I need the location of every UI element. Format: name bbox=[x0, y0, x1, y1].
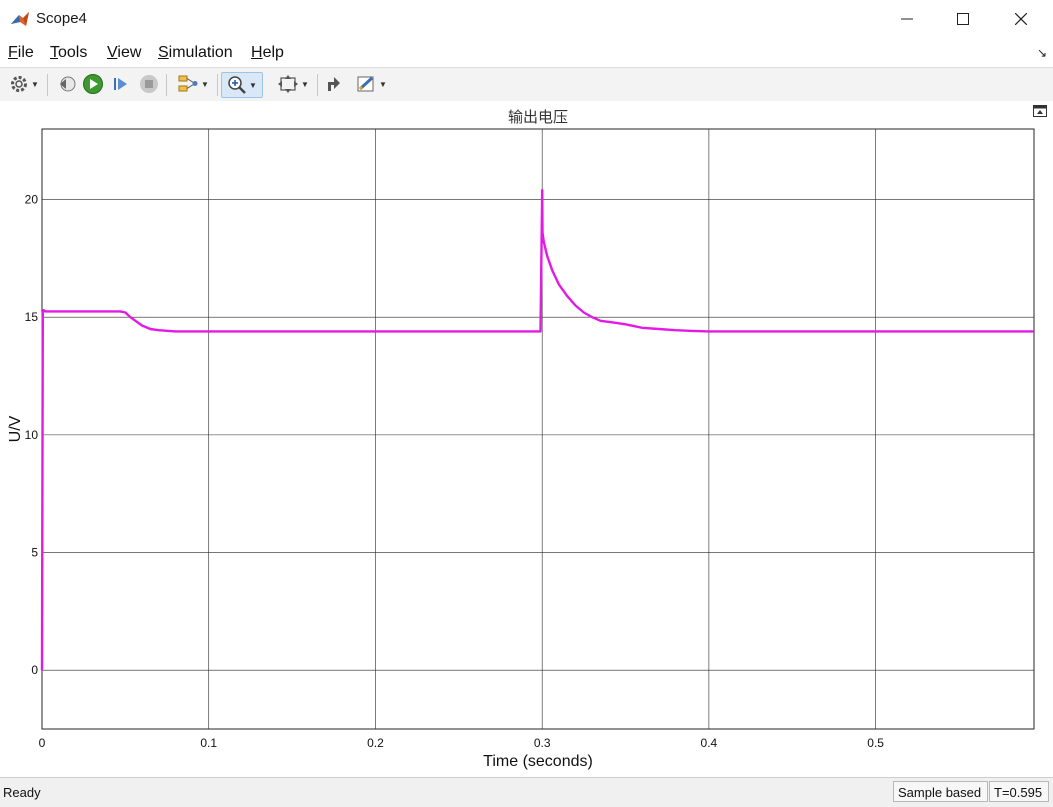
menu-view-mnemonic: V bbox=[107, 44, 118, 61]
y-tick-label: 0 bbox=[31, 663, 38, 677]
step-forward-button[interactable] bbox=[109, 72, 133, 96]
y-tick-label: 10 bbox=[25, 428, 39, 442]
x-tick-label: 0.4 bbox=[701, 736, 718, 750]
x-tick-label: 0.1 bbox=[200, 736, 217, 750]
status-time: T=0.595 bbox=[989, 781, 1049, 802]
status-bar: Ready Sample based T=0.595 bbox=[0, 777, 1053, 807]
autoscale-button[interactable]: ▼ bbox=[273, 72, 313, 96]
menu-help[interactable]: Help bbox=[251, 44, 284, 62]
axes-box bbox=[41, 128, 1035, 730]
settings-button[interactable]: ▼ bbox=[5, 72, 43, 96]
zoom-in-button[interactable]: ▼ bbox=[221, 72, 263, 98]
zoom-in-icon bbox=[228, 76, 246, 94]
run-button[interactable] bbox=[81, 72, 105, 96]
dock-arrow-icon[interactable]: ↘ bbox=[1037, 46, 1047, 60]
grid bbox=[41, 129, 1034, 729]
style-icon bbox=[357, 76, 374, 92]
menu-simulation[interactable]: Simulation bbox=[158, 44, 233, 62]
minimize-button[interactable] bbox=[881, 0, 933, 38]
toolbar-separator bbox=[317, 74, 318, 96]
toolbar: ▼ ▼ ▼ ▼ ▼ bbox=[0, 67, 1053, 102]
menu-file-rest: ile bbox=[17, 44, 34, 61]
y-tick-label: 5 bbox=[31, 546, 38, 560]
stop-button[interactable] bbox=[137, 72, 161, 96]
title-bar: Scope4 bbox=[0, 0, 1053, 38]
y-tick-label: 15 bbox=[25, 310, 39, 324]
gear-icon bbox=[11, 76, 28, 92]
run-icon bbox=[83, 74, 103, 94]
x-tick-label: 0 bbox=[39, 736, 46, 750]
chart-title: 输出电压 bbox=[508, 109, 568, 126]
stop-icon bbox=[140, 75, 158, 93]
scope-chart[interactable]: 输出电压 0 0.1 0.2 0.3 0.4 0.5 0 5 10 15 20 Time (seco… bbox=[0, 101, 1053, 781]
tick-labels: 0 0.1 0.2 0.3 0.4 0.5 0 5 10 15 20 bbox=[25, 193, 885, 750]
menu-tools[interactable]: Tools bbox=[50, 44, 87, 62]
menu-bar: File Tools View Simulation Help ↘ bbox=[0, 38, 1053, 66]
signal-select-button[interactable]: ▼ bbox=[173, 72, 213, 96]
x-axis-label: Time (seconds) bbox=[483, 753, 593, 770]
toolbar-separator bbox=[166, 74, 167, 96]
style-button[interactable]: ▼ bbox=[351, 72, 391, 96]
menu-simulation-rest: imulation bbox=[168, 44, 233, 61]
step-back-button[interactable] bbox=[54, 72, 78, 96]
toolbar-separator bbox=[47, 74, 48, 96]
step-forward-icon bbox=[114, 78, 127, 90]
style-dropdown-icon: ▼ bbox=[379, 79, 387, 89]
x-tick-label: 0.3 bbox=[534, 736, 551, 750]
menu-help-rest: elp bbox=[262, 44, 284, 61]
status-ready: Ready bbox=[3, 785, 41, 800]
maximize-button[interactable] bbox=[937, 0, 989, 38]
menu-tools-mnemonic: T bbox=[50, 44, 58, 61]
autoscale-dropdown-icon: ▼ bbox=[301, 79, 309, 89]
window-title: Scope4 bbox=[36, 10, 87, 27]
menu-view-rest: iew bbox=[117, 44, 142, 61]
y-tick-label: 20 bbox=[25, 193, 39, 207]
x-tick-label: 0.5 bbox=[867, 736, 884, 750]
toolbar-separator bbox=[217, 74, 218, 96]
menu-file-mnemonic: F bbox=[8, 44, 18, 61]
settings-dropdown-icon: ▼ bbox=[31, 79, 39, 89]
y-axis-label: U/V bbox=[7, 415, 24, 442]
close-button[interactable] bbox=[995, 0, 1047, 38]
matlab-icon bbox=[11, 12, 29, 26]
menu-view[interactable]: View bbox=[107, 44, 141, 62]
zoom-dropdown-icon: ▼ bbox=[249, 80, 257, 90]
menu-help-mnemonic: H bbox=[251, 44, 263, 61]
signal-select-icon bbox=[178, 75, 198, 92]
step-back-icon bbox=[60, 76, 76, 92]
menu-tools-rest: ools bbox=[58, 44, 88, 61]
signal-select-dropdown-icon: ▼ bbox=[201, 79, 209, 89]
menu-file[interactable]: File bbox=[8, 44, 34, 62]
x-tick-label: 0.2 bbox=[367, 736, 384, 750]
autoscale-icon bbox=[278, 75, 299, 93]
close-icon bbox=[1015, 13, 1027, 25]
minimize-icon bbox=[901, 18, 913, 20]
signal-line bbox=[40, 188, 1034, 671]
highlight-block-icon bbox=[328, 77, 340, 91]
menu-simulation-mnemonic: S bbox=[158, 44, 169, 61]
status-sample-mode: Sample based bbox=[893, 781, 988, 802]
maximize-icon bbox=[957, 13, 969, 25]
highlight-block-button[interactable] bbox=[322, 72, 346, 96]
